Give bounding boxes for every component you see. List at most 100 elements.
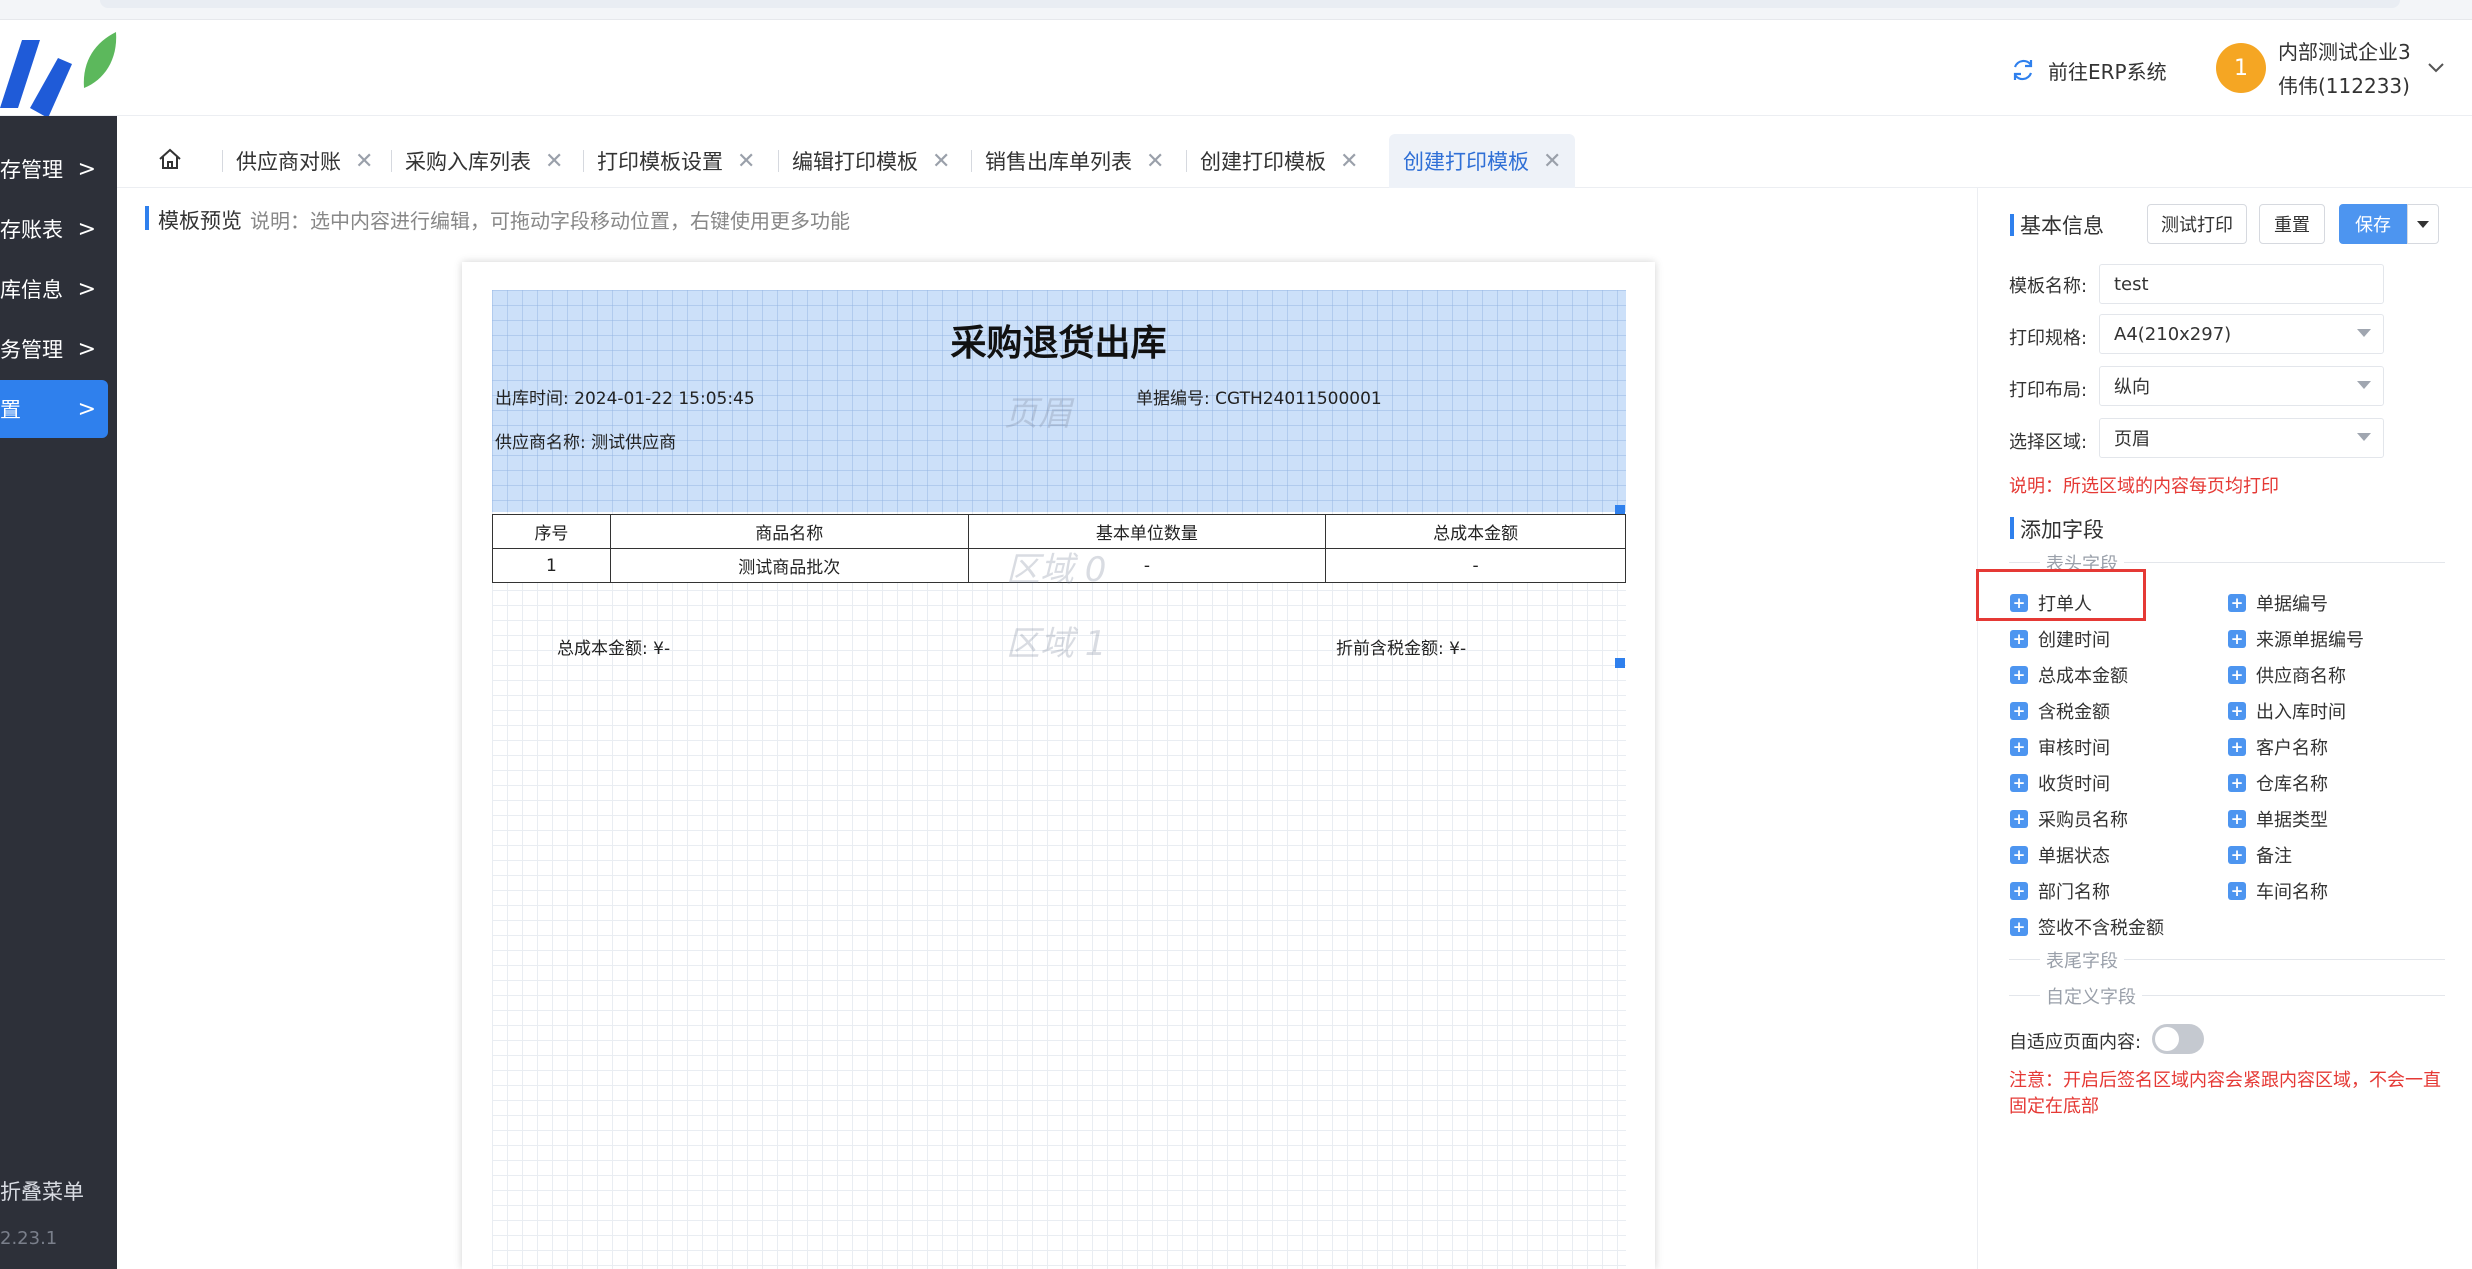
sidebar-item-warehouse-info[interactable]: 库信息 > <box>0 260 108 318</box>
tab-print-template-settings[interactable]: 打印模板设置 ✕ <box>583 134 769 188</box>
field-label: 单据状态 <box>2038 846 2110 867</box>
user-name: 伟伟(112233) <box>2278 74 2410 98</box>
sidebar-item-label: 存管理 <box>0 158 63 182</box>
field-add-total-cost[interactable]: + 总成本金额 <box>2010 662 2128 688</box>
document-title[interactable]: 采购退货出库 <box>462 314 1655 366</box>
tab-label: 采购入库列表 <box>405 150 531 174</box>
select-area-label: 选择区域: <box>2009 432 2088 453</box>
sidebar-item-finance-mgmt[interactable]: 务管理 > <box>0 320 108 378</box>
plus-icon: + <box>2228 666 2246 684</box>
section-marker <box>2010 517 2014 539</box>
supplier-field[interactable]: 供应商名称: 测试供应商 <box>495 428 676 453</box>
sidebar-item-inventory-ledger[interactable]: 存账表 > <box>0 200 108 258</box>
tab-supplier-reconcile[interactable]: 供应商对账 ✕ <box>222 134 387 188</box>
template-name-input[interactable]: test <box>2099 264 2384 304</box>
print-paper[interactable]: 采购退货出库 出库时间: 2024-01-22 15:05:45 单据编号: C… <box>462 262 1655 1269</box>
tab-label: 销售出库单列表 <box>985 150 1132 174</box>
sidebar-item-label: 置 <box>0 398 21 422</box>
close-icon[interactable]: ✕ <box>932 149 950 174</box>
plus-icon: + <box>2010 738 2028 756</box>
save-dropdown-button[interactable] <box>2407 204 2439 244</box>
tab-edit-print-template[interactable]: 编辑打印模板 ✕ <box>778 134 964 188</box>
sync-icon <box>2013 59 2033 81</box>
group-tail-fields[interactable]: 表尾字段 <box>2040 947 2124 973</box>
chevron-right-icon: > <box>77 156 96 182</box>
save-button[interactable]: 保存 <box>2339 204 2407 244</box>
chevron-down-icon[interactable] <box>2424 56 2448 80</box>
tab-create-print-template[interactable]: 创建打印模板 ✕ <box>1186 134 1372 188</box>
field-add-warehouse-name[interactable]: + 仓库名称 <box>2228 770 2328 796</box>
group-custom-fields[interactable]: 自定义字段 <box>2040 983 2142 1009</box>
user-avatar[interactable]: 1 <box>2216 43 2266 93</box>
field-add-source-doc-no[interactable]: + 来源单据编号 <box>2228 626 2364 652</box>
field-add-doc-type[interactable]: + 单据类型 <box>2228 806 2328 832</box>
field-add-customer-name[interactable]: + 客户名称 <box>2228 734 2328 760</box>
print-spec-select[interactable]: A4(210x297) <box>2099 314 2384 354</box>
plus-icon: + <box>2228 630 2246 648</box>
field-add-created-time[interactable]: + 创建时间 <box>2010 626 2110 652</box>
col-header: 总成本金额 <box>1325 514 1626 549</box>
home-icon[interactable] <box>157 146 183 172</box>
sidebar-item-settings[interactable]: 置 > <box>0 380 108 438</box>
goto-erp-link[interactable]: 前往ERP系统 <box>2010 50 2167 90</box>
sidebar-item-label: 库信息 <box>0 278 63 302</box>
address-bar[interactable] <box>100 0 2400 8</box>
field-label: 来源单据编号 <box>2256 630 2364 651</box>
select-area-select[interactable]: 页眉 <box>2099 418 2384 458</box>
adaptive-content-toggle[interactable] <box>2152 1024 2204 1054</box>
sidebar: 存管理 > 存账表 > 库信息 > 务管理 > 置 > 折叠菜单 2.23.1 <box>0 116 117 1269</box>
close-icon[interactable]: ✕ <box>355 149 373 174</box>
total-cost-field[interactable]: 总成本金额: ¥- <box>557 634 670 659</box>
plus-icon: + <box>2010 810 2028 828</box>
close-icon[interactable]: ✕ <box>545 149 563 174</box>
field-label: 备注 <box>2256 846 2292 867</box>
out-time-field[interactable]: 出库时间: 2024-01-22 15:05:45 <box>495 384 755 409</box>
plus-icon: + <box>2010 882 2028 900</box>
basic-info-title: 基本信息 <box>2020 214 2104 238</box>
field-add-audit-time[interactable]: + 审核时间 <box>2010 734 2110 760</box>
close-icon[interactable]: ✕ <box>1340 149 1358 174</box>
field-add-buyer-name[interactable]: + 采购员名称 <box>2010 806 2128 832</box>
resize-handle[interactable] <box>1615 658 1625 668</box>
plus-icon: + <box>2010 630 2028 648</box>
tab-create-print-template-active[interactable]: 创建打印模板 ✕ <box>1389 134 1576 188</box>
plus-icon: + <box>2010 918 2028 936</box>
user-company: 内部测试企业3 <box>2278 40 2411 64</box>
tab-bar: 供应商对账 ✕ 采购入库列表 ✕ 打印模板设置 ✕ 编辑打印模板 ✕ 销售出库单列表 ✕ … <box>117 116 2472 188</box>
close-icon[interactable]: ✕ <box>1146 149 1164 174</box>
adaptive-content-label: 自适应页面内容: <box>2009 1032 2142 1053</box>
close-icon[interactable]: ✕ <box>737 149 755 174</box>
field-add-department[interactable]: + 部门名称 <box>2010 878 2110 904</box>
sidebar-item-label: 存账表 <box>0 218 63 242</box>
preview-description: 说明：选中内容进行编辑，可拖动字段移动位置，右键使用更多功能 <box>250 209 850 233</box>
app-version: 2.23.1 <box>0 1228 58 1249</box>
app-header: 前往ERP系统 1 内部测试企业3 伟伟(112233) <box>0 20 2472 118</box>
field-label: 采购员名称 <box>2038 810 2128 831</box>
field-add-supplier-name[interactable]: + 供应商名称 <box>2228 662 2346 688</box>
close-icon[interactable]: ✕ <box>1543 149 1561 174</box>
app-logo[interactable] <box>0 20 120 118</box>
field-add-doc-no[interactable]: + 单据编号 <box>2228 590 2328 616</box>
discount-tax-field[interactable]: 折前含税金额: ¥- <box>1336 634 1466 659</box>
doc-no-field[interactable]: 单据编号: CGTH24011500001 <box>1136 384 1382 409</box>
tab-sales-outbound-list[interactable]: 销售出库单列表 ✕ <box>971 134 1178 188</box>
sidebar-item-inventory-mgmt[interactable]: 存管理 > <box>0 140 108 198</box>
tab-purchase-inbound-list[interactable]: 采购入库列表 ✕ <box>391 134 577 188</box>
field-add-inout-time[interactable]: + 出入库时间 <box>2228 698 2346 724</box>
print-layout-select[interactable]: 纵向 <box>2099 366 2384 406</box>
field-label: 签收不含税金额 <box>2038 918 2164 939</box>
field-add-workshop-name[interactable]: + 车间名称 <box>2228 878 2328 904</box>
field-add-signed-excl-tax[interactable]: + 签收不含税金额 <box>2010 914 2164 940</box>
field-add-receive-time[interactable]: + 收货时间 <box>2010 770 2110 796</box>
field-add-doc-status[interactable]: + 单据状态 <box>2010 842 2110 868</box>
field-label: 总成本金额 <box>2038 666 2128 687</box>
field-label: 收货时间 <box>2038 774 2110 795</box>
test-print-button[interactable]: 测试打印 <box>2147 204 2247 244</box>
add-field-title: 添加字段 <box>2020 518 2104 542</box>
reset-button[interactable]: 重置 <box>2259 204 2325 244</box>
field-add-tax-amount[interactable]: + 含税金额 <box>2010 698 2110 724</box>
region1-watermark: 区域 1 <box>1006 624 1107 664</box>
field-add-remark[interactable]: + 备注 <box>2228 842 2292 868</box>
field-label: 出入库时间 <box>2256 702 2346 723</box>
collapse-menu-button[interactable]: 折叠菜单 <box>0 1176 84 1206</box>
